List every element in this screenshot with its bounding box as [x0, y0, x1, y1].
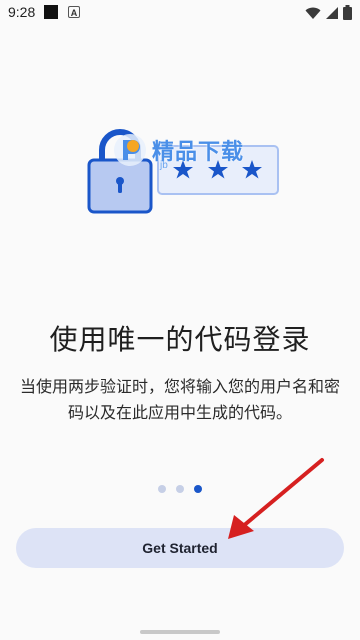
get-started-button[interactable]: Get Started — [16, 528, 344, 568]
square-notification-icon — [44, 5, 58, 19]
home-indicator[interactable] — [140, 630, 220, 634]
page-indicator-dot-3[interactable] — [194, 485, 202, 493]
cellular-icon — [326, 6, 338, 19]
watermark-subtext: jb — [160, 160, 168, 171]
status-bar: 9:28 A — [0, 0, 360, 26]
onboarding-description: 当使用两步验证时，您将输入您的用户名和密码以及在此应用中生成的代码。 — [19, 377, 340, 422]
a-notification-icon: A — [68, 6, 80, 18]
page-indicator-dot-1[interactable] — [158, 485, 166, 493]
onboarding-title: 使用唯一的代码登录 — [49, 323, 311, 356]
battery-icon — [343, 5, 352, 20]
status-time: 9:28 — [8, 4, 36, 20]
wifi-icon — [305, 7, 321, 19]
page-indicator-dot-2[interactable] — [176, 485, 184, 493]
watermark-icon — [114, 134, 146, 166]
system-icons — [305, 5, 352, 20]
page-indicator — [0, 485, 360, 493]
watermark-logo: 精品下载 — [112, 132, 244, 168]
